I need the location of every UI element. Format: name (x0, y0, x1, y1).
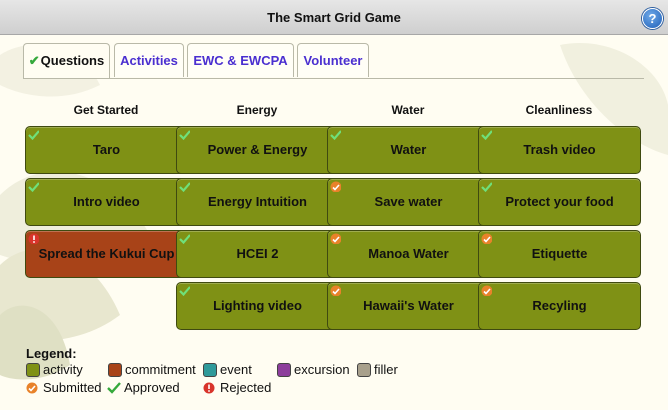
column-heading: Water (391, 103, 425, 117)
approved-icon (330, 130, 341, 140)
grid-cell[interactable]: Spread the Kukui Cup (25, 230, 188, 278)
legend-label: commitment (125, 362, 196, 377)
approved-icon (28, 182, 39, 192)
legend-label: excursion (294, 362, 350, 377)
cell-label: Etiquette (531, 246, 588, 261)
tab-activities[interactable]: Activities (114, 43, 184, 77)
approved-icon (481, 182, 492, 192)
cell-label: HCEI 2 (236, 246, 279, 261)
column-heading: Get Started (73, 103, 139, 117)
grid-cell[interactable]: Etiquette (478, 230, 641, 278)
grid-cell[interactable]: Water (327, 126, 490, 174)
cell-label: Intro video (73, 194, 140, 209)
legend-title: Legend: (26, 346, 77, 361)
grid-cell[interactable]: Save water (327, 178, 490, 226)
tab-questions[interactable]: ✔Questions (23, 43, 110, 79)
cell-label: Spread the Kukui Cup (38, 246, 175, 261)
approved-icon (28, 130, 39, 140)
window-title: The Smart Grid Game (267, 10, 401, 25)
cell-label: Save water (374, 194, 443, 209)
grid-cell[interactable]: Taro (25, 126, 188, 174)
submitted-icon (481, 233, 492, 244)
cell-label: Energy Intuition (208, 194, 307, 209)
cell-label: Protect your food (505, 194, 614, 209)
grid-cell[interactable]: Intro video (25, 178, 188, 226)
submitted-icon (26, 382, 38, 394)
grid-cell[interactable]: Trash video (478, 126, 641, 174)
commitment-swatch (108, 363, 122, 377)
tab-label: Questions (40, 53, 105, 68)
grid-cell[interactable]: Hawaii's Water (327, 282, 490, 330)
column-heading: Energy (236, 103, 278, 117)
approved-icon (179, 286, 190, 296)
grid-cell[interactable]: Energy Intuition (176, 178, 339, 226)
cell-label: Trash video (523, 142, 596, 157)
legend-label: event (220, 362, 252, 377)
activity-swatch (26, 363, 40, 377)
cell-label: Manoa Water (368, 246, 449, 261)
legend-label: activity (43, 362, 83, 377)
rejected-icon (28, 233, 39, 244)
legend-label: Rejected (220, 380, 272, 395)
event-swatch (203, 363, 217, 377)
approved-icon (179, 130, 190, 140)
cell-label: Water (390, 142, 427, 157)
column-heading: Cleanliness (525, 103, 593, 117)
cell-label: Recyling (532, 298, 587, 313)
approved-icon (107, 382, 121, 394)
approved-icon (179, 234, 190, 244)
cell-label: Taro (92, 142, 121, 157)
tab-ewc-ewcpa[interactable]: EWC & EWCPA (187, 43, 294, 77)
legend-label: Submitted (43, 380, 102, 395)
cell-label: Lighting video (213, 298, 302, 313)
submitted-icon (330, 233, 341, 244)
grid-cell[interactable]: Recyling (478, 282, 641, 330)
cell-label: Hawaii's Water (363, 298, 454, 313)
grid-cell[interactable]: Lighting video (176, 282, 339, 330)
approved-icon (179, 182, 190, 192)
cell-label: Power & Energy (207, 142, 308, 157)
approved-icon (481, 130, 492, 140)
grid-cell[interactable]: HCEI 2 (176, 230, 339, 278)
tab-volunteer[interactable]: Volunteer (297, 43, 369, 77)
grid-cell[interactable]: Protect your food (478, 178, 641, 226)
legend-label: filler (374, 362, 398, 377)
submitted-icon (330, 181, 341, 192)
help-icon[interactable]: ? (642, 8, 663, 29)
checkmark-icon: ✔ (28, 53, 40, 68)
tab-divider (23, 78, 644, 79)
rejected-icon (203, 382, 215, 394)
submitted-icon (330, 285, 341, 296)
submitted-icon (481, 285, 492, 296)
legend-label: Approved (124, 380, 180, 395)
game-window: The Smart Grid Game ? ✔Questions Activit… (0, 0, 668, 410)
excursion-swatch (277, 363, 291, 377)
grid-cell[interactable]: Manoa Water (327, 230, 490, 278)
grid-cell[interactable]: Power & Energy (176, 126, 339, 174)
filler-swatch (357, 363, 371, 377)
title-bar[interactable]: The Smart Grid Game ? (0, 0, 668, 35)
